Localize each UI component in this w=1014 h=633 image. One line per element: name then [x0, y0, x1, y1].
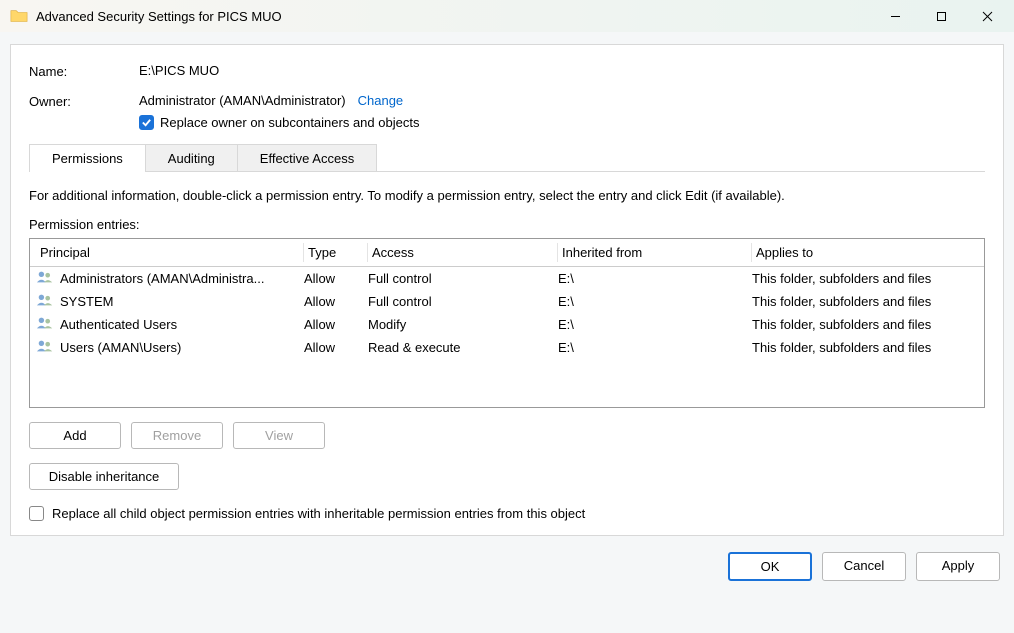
- cell-access: Modify: [368, 317, 558, 332]
- table-row[interactable]: Administrators (AMAN\Administra... AllowF…: [30, 267, 984, 290]
- cell-access: Read & execute: [368, 340, 558, 355]
- col-principal[interactable]: Principal: [36, 243, 304, 262]
- replace-owner-label: Replace owner on subcontainers and objec…: [160, 115, 419, 130]
- tab-effective-access[interactable]: Effective Access: [237, 144, 377, 172]
- users-icon: [36, 270, 54, 287]
- titlebar: Advanced Security Settings for PICS MUO: [0, 0, 1014, 32]
- cell-applies: This folder, subfolders and files: [752, 271, 978, 286]
- table-row[interactable]: SYSTEM AllowFull controlE:\This folder, s…: [30, 290, 984, 313]
- cell-applies: This folder, subfolders and files: [752, 294, 978, 309]
- table-row[interactable]: Authenticated Users AllowModifyE:\This fo…: [30, 313, 984, 336]
- inheritance-row: Disable inheritance: [29, 463, 985, 490]
- replace-child-label: Replace all child object permission entr…: [52, 506, 585, 521]
- cell-principal: Users (AMAN\Users): [36, 339, 304, 356]
- principal-text: SYSTEM: [60, 294, 113, 309]
- cell-inherited: E:\: [558, 271, 752, 286]
- name-label: Name:: [29, 63, 139, 79]
- owner-value: Administrator (AMAN\Administrator): [139, 93, 346, 108]
- view-button[interactable]: View: [233, 422, 325, 449]
- principal-text: Administrators (AMAN\Administra...: [60, 271, 264, 286]
- tabs: Permissions Auditing Effective Access: [29, 144, 985, 172]
- principal-text: Authenticated Users: [60, 317, 177, 332]
- cell-type: Allow: [304, 271, 368, 286]
- cell-inherited: E:\: [558, 340, 752, 355]
- window-title: Advanced Security Settings for PICS MUO: [36, 9, 872, 24]
- cell-inherited: E:\: [558, 317, 752, 332]
- cell-principal: Administrators (AMAN\Administra...: [36, 270, 304, 287]
- cell-inherited: E:\: [558, 294, 752, 309]
- table-header: Principal Type Access Inherited from App…: [30, 239, 984, 267]
- add-button[interactable]: Add: [29, 422, 121, 449]
- remove-button[interactable]: Remove: [131, 422, 223, 449]
- apply-button[interactable]: Apply: [916, 552, 1000, 581]
- footer-buttons: OK Cancel Apply: [0, 544, 1014, 581]
- cell-access: Full control: [368, 271, 558, 286]
- close-button[interactable]: [964, 0, 1010, 32]
- cell-principal: Authenticated Users: [36, 316, 304, 333]
- principal-text: Users (AMAN\Users): [60, 340, 181, 355]
- cell-access: Full control: [368, 294, 558, 309]
- name-row: Name: E:\PICS MUO: [29, 63, 985, 79]
- users-icon: [36, 339, 54, 356]
- action-buttons: Add Remove View: [29, 422, 985, 449]
- col-inherited[interactable]: Inherited from: [558, 243, 752, 262]
- maximize-button[interactable]: [918, 0, 964, 32]
- cell-applies: This folder, subfolders and files: [752, 317, 978, 332]
- cell-type: Allow: [304, 294, 368, 309]
- table-row[interactable]: Users (AMAN\Users) AllowRead & executeE:\…: [30, 336, 984, 359]
- minimize-button[interactable]: [872, 0, 918, 32]
- cell-type: Allow: [304, 317, 368, 332]
- col-access[interactable]: Access: [368, 243, 558, 262]
- replace-owner-checkbox[interactable]: [139, 115, 154, 130]
- cancel-button[interactable]: Cancel: [822, 552, 906, 581]
- entries-label: Permission entries:: [29, 217, 985, 232]
- users-icon: [36, 293, 54, 310]
- permissions-table: Principal Type Access Inherited from App…: [29, 238, 985, 408]
- replace-owner-row: Replace owner on subcontainers and objec…: [139, 115, 985, 130]
- tab-permissions[interactable]: Permissions: [29, 144, 146, 172]
- table-padding: [30, 359, 984, 407]
- info-text: For additional information, double-click…: [29, 188, 985, 203]
- folder-icon: [10, 8, 28, 24]
- disable-inheritance-button[interactable]: Disable inheritance: [29, 463, 179, 490]
- users-icon: [36, 316, 54, 333]
- replace-child-checkbox[interactable]: [29, 506, 44, 521]
- name-value: E:\PICS MUO: [139, 63, 219, 78]
- change-owner-link[interactable]: Change: [358, 93, 404, 108]
- ok-button[interactable]: OK: [728, 552, 812, 581]
- owner-label: Owner:: [29, 93, 139, 109]
- col-type[interactable]: Type: [304, 243, 368, 262]
- owner-row: Owner: Administrator (AMAN\Administrator…: [29, 93, 985, 109]
- tab-auditing[interactable]: Auditing: [145, 144, 238, 172]
- tab-underline: [29, 171, 985, 172]
- cell-principal: SYSTEM: [36, 293, 304, 310]
- window-controls: [872, 0, 1010, 32]
- col-applies[interactable]: Applies to: [752, 243, 978, 262]
- cell-type: Allow: [304, 340, 368, 355]
- table-body: Administrators (AMAN\Administra...AllowF…: [30, 267, 984, 359]
- content-panel: Name: E:\PICS MUO Owner: Administrator (…: [10, 44, 1004, 536]
- replace-child-row: Replace all child object permission entr…: [29, 506, 985, 521]
- cell-applies: This folder, subfolders and files: [752, 340, 978, 355]
